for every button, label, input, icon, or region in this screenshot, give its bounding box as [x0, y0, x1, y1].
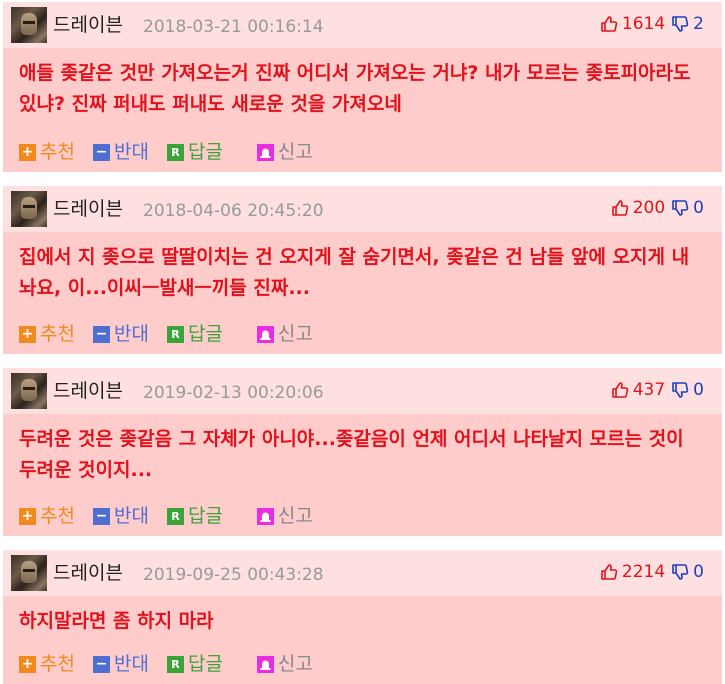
plus-icon: +: [19, 655, 36, 673]
oppose-button[interactable]: − 반대: [92, 652, 149, 676]
reply-button[interactable]: R 답글: [166, 140, 223, 164]
comment-text: 두려운 것은 좆같음 그 자체가 아니야...좆같음이 언제 어디서 나타날지 …: [19, 428, 684, 481]
reply-icon: R: [166, 143, 184, 161]
comment-header: 드레이븐 2018-04-06 20:45:20 200 0: [3, 186, 722, 232]
upvote-count: 2214: [621, 562, 666, 582]
minus-icon: −: [92, 325, 110, 343]
nickname[interactable]: 드레이븐: [53, 379, 123, 403]
comment-date: 2019-02-13 00:20:06: [143, 383, 324, 403]
comment-header: 드레이븐 2019-09-25 00:43:28 2214 0: [3, 550, 722, 596]
thumbs-up-icon[interactable]: [611, 199, 629, 217]
minus-icon: −: [92, 143, 110, 161]
plus-icon: +: [19, 325, 36, 343]
comment-header: 드레이븐 2019-02-13 00:20:06 437 0: [3, 368, 722, 414]
nickname[interactable]: 드레이븐: [53, 13, 123, 37]
recommend-label: 추천: [40, 653, 75, 675]
oppose-button[interactable]: − 반대: [92, 140, 149, 164]
vote-counts: 1614 2: [600, 13, 704, 35]
siren-icon: [256, 655, 274, 673]
recommend-label: 추천: [40, 505, 75, 527]
recommend-button[interactable]: + 추천: [19, 504, 75, 528]
comment: 드레이븐 2019-09-25 00:43:28 2214 0 하지말라면 좀 …: [3, 550, 722, 684]
downvote-count: 0: [693, 562, 704, 582]
comment: 드레이븐 2018-03-21 00:16:14 1614 2 애들 좆같은 것…: [3, 2, 722, 172]
avatar[interactable]: [11, 373, 47, 409]
nickname[interactable]: 드레이븐: [53, 561, 123, 585]
comment-date: 2018-03-21 00:16:14: [143, 17, 324, 37]
comment-date: 2018-04-06 20:45:20: [143, 201, 324, 221]
recommend-label: 추천: [40, 323, 75, 345]
minus-icon: −: [92, 507, 110, 525]
oppose-label: 반대: [113, 505, 149, 527]
siren-icon: [256, 325, 274, 343]
report-button[interactable]: 신고: [256, 652, 313, 676]
vote-counts: 2214 0: [600, 561, 704, 583]
comment-header: 드레이븐 2018-03-21 00:16:14 1614 2: [3, 2, 722, 48]
minus-icon: −: [92, 655, 110, 673]
siren-icon: [256, 507, 274, 525]
comment-actions: + 추천 − 반대 R 답글 신고: [19, 652, 331, 676]
report-label: 신고: [277, 323, 313, 345]
comment: 드레이븐 2018-04-06 20:45:20 200 0 집에서 지 좆으로…: [3, 186, 722, 354]
reply-label: 답글: [187, 141, 223, 163]
comment-text: 애들 좆같은 것만 가져오는거 진짜 어디서 가져오는 거냐? 내가 모르는 좆…: [19, 62, 691, 115]
oppose-label: 반대: [113, 323, 149, 345]
comment-date: 2019-09-25 00:43:28: [143, 565, 324, 585]
downvote-count: 0: [693, 198, 704, 218]
thumbs-down-icon[interactable]: [671, 381, 689, 399]
comment-actions: + 추천 − 반대 R 답글 신고: [19, 140, 331, 164]
oppose-button[interactable]: − 반대: [92, 504, 149, 528]
report-label: 신고: [277, 505, 313, 527]
reply-icon: R: [166, 655, 184, 673]
plus-icon: +: [19, 143, 36, 161]
recommend-button[interactable]: + 추천: [19, 140, 75, 164]
comment-actions: + 추천 − 반대 R 답글 신고: [19, 322, 331, 346]
upvote-count: 437: [632, 380, 666, 400]
downvote-count: 2: [693, 14, 704, 34]
comment: 드레이븐 2019-02-13 00:20:06 437 0 두려운 것은 좆같…: [3, 368, 722, 536]
recommend-button[interactable]: + 추천: [19, 322, 75, 346]
report-button[interactable]: 신고: [256, 140, 313, 164]
vote-counts: 437 0: [611, 379, 704, 401]
oppose-label: 반대: [113, 141, 149, 163]
thumbs-down-icon[interactable]: [671, 15, 689, 33]
siren-icon: [256, 143, 274, 161]
recommend-button[interactable]: + 추천: [19, 652, 75, 676]
comment-text: 집에서 지 좆으로 딸딸이치는 건 오지게 잘 숨기면서, 좆같은 건 남들 앞…: [19, 246, 690, 299]
reply-label: 답글: [187, 323, 223, 345]
upvote-count: 1614: [621, 14, 666, 34]
comment-actions: + 추천 − 반대 R 답글 신고: [19, 504, 331, 528]
avatar[interactable]: [11, 7, 47, 43]
thumbs-up-icon[interactable]: [611, 381, 629, 399]
report-button[interactable]: 신고: [256, 504, 313, 528]
thumbs-up-icon[interactable]: [600, 563, 618, 581]
report-button[interactable]: 신고: [256, 322, 313, 346]
oppose-button[interactable]: − 반대: [92, 322, 149, 346]
comment-text: 하지말라면 좀 하지 마라: [19, 610, 214, 632]
downvote-count: 0: [693, 380, 704, 400]
oppose-label: 반대: [113, 653, 149, 675]
thumbs-down-icon[interactable]: [671, 563, 689, 581]
reply-label: 답글: [187, 505, 223, 527]
nickname[interactable]: 드레이븐: [53, 197, 123, 221]
recommend-label: 추천: [40, 141, 75, 163]
reply-label: 답글: [187, 653, 223, 675]
reply-icon: R: [166, 325, 184, 343]
thumbs-down-icon[interactable]: [671, 199, 689, 217]
reply-button[interactable]: R 답글: [166, 322, 223, 346]
avatar[interactable]: [11, 555, 47, 591]
reply-button[interactable]: R 답글: [166, 652, 223, 676]
vote-counts: 200 0: [611, 197, 704, 219]
reply-button[interactable]: R 답글: [166, 504, 223, 528]
plus-icon: +: [19, 507, 36, 525]
report-label: 신고: [277, 653, 313, 675]
reply-icon: R: [166, 507, 184, 525]
avatar[interactable]: [11, 191, 47, 227]
thumbs-up-icon[interactable]: [600, 15, 618, 33]
report-label: 신고: [277, 141, 313, 163]
upvote-count: 200: [632, 198, 666, 218]
